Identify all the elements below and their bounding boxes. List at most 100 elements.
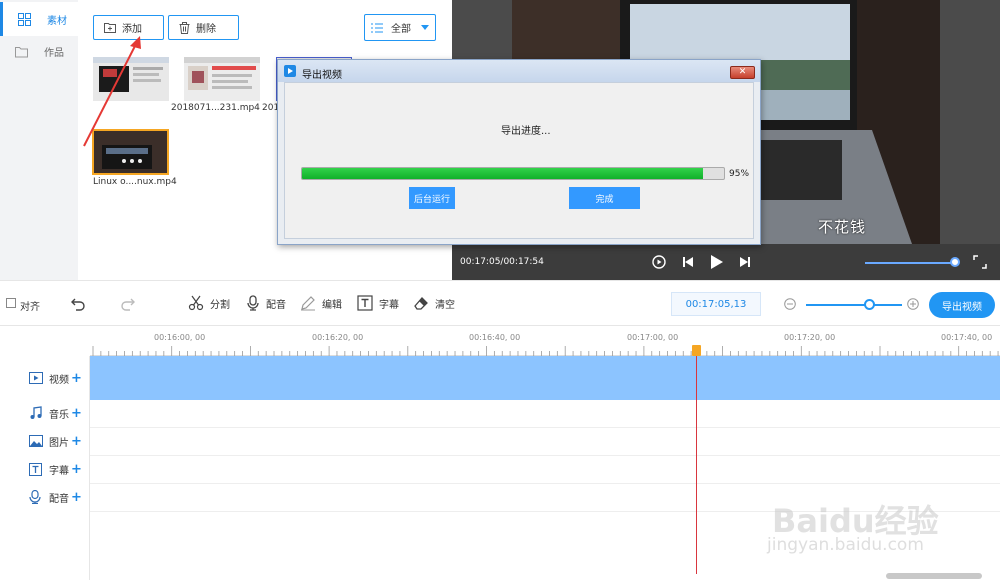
app-logo-icon: [284, 65, 296, 77]
ruler-label: 00:17:40, 00: [941, 333, 993, 342]
video-subtitle: 不花钱: [818, 218, 867, 236]
filter-dropdown[interactable]: 全部: [364, 14, 436, 41]
ruler-label: 00:16:20, 00: [312, 333, 364, 342]
add-file-icon: [104, 23, 116, 33]
undo-icon[interactable]: [70, 296, 86, 312]
sidebar-item-materials[interactable]: 素材: [0, 2, 78, 36]
add-image-track-button[interactable]: +: [71, 434, 82, 449]
run-in-background-button[interactable]: 后台运行: [409, 187, 455, 209]
track-name: 音乐: [49, 409, 69, 421]
sidebar: 素材 作品: [0, 0, 78, 280]
image-icon: [29, 435, 43, 447]
export-progress-percent: 95%: [729, 169, 750, 179]
track-label-subtitle: 字幕 +: [0, 455, 90, 483]
close-button[interactable]: ✕: [730, 66, 755, 79]
add-video-track-button[interactable]: +: [71, 371, 82, 386]
timecode-display[interactable]: 00:17:05,13: [671, 292, 761, 316]
delete-button[interactable]: 删除: [168, 15, 239, 40]
done-button[interactable]: 完成: [569, 187, 640, 209]
subtitle-button[interactable]: 字幕: [357, 295, 399, 311]
track-name: 字幕: [49, 465, 69, 477]
video-icon: [29, 372, 43, 384]
add-button[interactable]: 添加: [93, 15, 164, 40]
text-icon: [357, 295, 373, 311]
zoom-slider[interactable]: [806, 304, 902, 306]
ruler-label: 00:16:00, 00: [154, 333, 206, 342]
pencil-icon: [301, 296, 315, 311]
play-icon[interactable]: [708, 254, 724, 270]
redo-icon[interactable]: [120, 296, 136, 312]
align-checkbox[interactable]: [6, 298, 16, 308]
list-icon: [371, 23, 383, 32]
export-progress-message: 导出进度...: [501, 126, 551, 137]
ruler-label: 00:17:00, 00: [627, 333, 679, 342]
video-thumbnail-image: [93, 57, 169, 92]
edit-button[interactable]: 编辑: [300, 295, 342, 311]
text-icon: [29, 462, 42, 476]
clear-label: 清空: [435, 299, 455, 311]
track-name: 图片: [49, 437, 69, 449]
mic-icon: [247, 295, 259, 311]
player-controls: 00:17:05/00:17:54: [452, 244, 1000, 280]
add-music-track-button[interactable]: +: [71, 406, 82, 421]
subtitle-track-row[interactable]: [90, 456, 1000, 484]
export-dialog: 导出视频 ✕ 导出进度... 95% 后台运行 完成: [277, 59, 761, 245]
filter-value: 全部: [391, 24, 411, 35]
grid-icon: [18, 12, 31, 26]
subtitle-label: 字幕: [379, 299, 399, 311]
edit-label: 编辑: [322, 299, 342, 311]
add-subtitle-track-button[interactable]: +: [71, 462, 82, 477]
track-name: 配音: [49, 493, 69, 505]
track-labels: 视频 + 音乐 + 图片 + 字幕 + 配音 +: [0, 356, 90, 580]
volume-slider-knob[interactable]: [950, 257, 960, 267]
video-track-clip[interactable]: [90, 356, 1000, 400]
export-video-button[interactable]: 导出视频: [929, 292, 995, 318]
dialog-body: 导出进度... 95% 后台运行 完成: [284, 82, 754, 239]
playhead-handle[interactable]: [692, 345, 701, 356]
image-track-row[interactable]: [90, 428, 1000, 456]
watermark-url: jingyan.baidu.com: [767, 535, 924, 555]
export-progress-fill: [302, 168, 703, 179]
add-dub-track-button[interactable]: +: [71, 490, 82, 505]
media-name: 2018071...231.mp4: [171, 103, 260, 113]
dialog-title: 导出视频: [302, 70, 342, 81]
music-track-row[interactable]: [90, 400, 1000, 428]
chevron-down-icon: [421, 25, 429, 30]
sidebar-item-label: 作品: [44, 47, 64, 59]
media-thumbnail[interactable]: [93, 57, 169, 101]
music-icon: [30, 406, 42, 419]
zoom-slider-knob[interactable]: [864, 299, 875, 310]
export-progress-bar: [301, 167, 725, 180]
zoom-out-icon[interactable]: [784, 298, 796, 310]
volume-slider[interactable]: [865, 262, 953, 264]
edit-toolbar: 对齐 分割 配音 编辑 字幕 清空 00:17:05,13 导出视频: [0, 280, 1000, 326]
trash-icon: [179, 21, 190, 34]
video-thumbnail-image: [94, 131, 167, 173]
folder-icon: [15, 46, 28, 57]
split-label: 分割: [210, 299, 230, 311]
playhead-line: [696, 356, 697, 574]
replay-icon[interactable]: [651, 254, 667, 270]
ruler-label: 00:16:40, 00: [469, 333, 521, 342]
scissors-icon: [188, 295, 204, 311]
track-name: 视频: [49, 374, 69, 386]
time-display: 00:17:05/00:17:54: [460, 257, 544, 267]
add-button-label: 添加: [122, 24, 142, 35]
dub-button[interactable]: 配音: [246, 295, 286, 311]
clear-button[interactable]: 清空: [413, 295, 455, 311]
fullscreen-icon[interactable]: [972, 254, 988, 270]
previous-icon[interactable]: [680, 254, 696, 270]
dub-label: 配音: [266, 299, 286, 311]
next-icon[interactable]: [737, 254, 753, 270]
split-button[interactable]: 分割: [188, 295, 230, 311]
ruler-ticks: [92, 346, 999, 356]
zoom-in-icon[interactable]: [907, 298, 919, 310]
timeline-ruler[interactable]: 00:16:00, 00 00:16:20, 00 00:16:40, 00 0…: [90, 326, 1000, 356]
media-thumbnail-selected[interactable]: [92, 129, 169, 175]
horizontal-scrollbar[interactable]: [886, 573, 982, 579]
sidebar-item-works[interactable]: 作品: [0, 34, 78, 68]
mic-icon: [29, 490, 41, 504]
track-label-video: 视频 +: [0, 364, 90, 392]
media-thumbnail[interactable]: [184, 57, 260, 101]
dialog-titlebar[interactable]: 导出视频 ✕: [278, 60, 760, 82]
